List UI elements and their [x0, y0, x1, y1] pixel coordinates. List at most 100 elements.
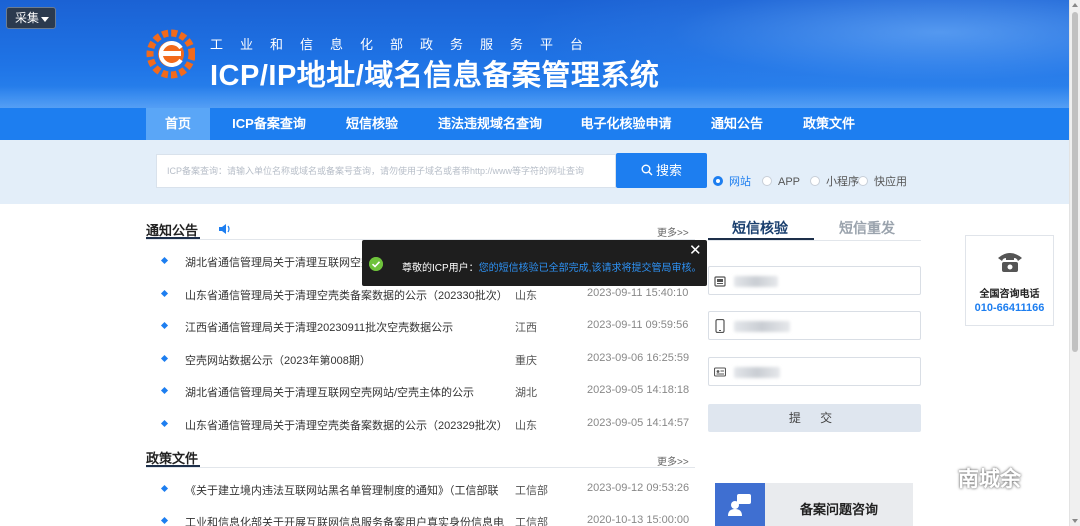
notice-title: 江西省通信管理局关于清理20230911批次空壳数据公示 [185, 322, 454, 334]
bullet-icon [160, 484, 169, 493]
notice-title: 湖北省通信管理局关于清理互联网空壳网站/空壳主体的公示 [185, 387, 475, 399]
policy-title: 工业和信息化部关于开展互联网信息服务备案用户真实身份信息电 [185, 517, 504, 526]
bullet-icon [160, 256, 169, 265]
policies-more-link[interactable]: 更多>> [657, 453, 689, 468]
tab-active-underline [708, 238, 814, 240]
policies-divider [146, 467, 695, 468]
watermark-text: 南城余 [958, 468, 1021, 491]
radio-label: 快应用 [874, 176, 907, 188]
list-item[interactable]: 《关于建立境内违法互联网站黑名单管理制度的通知》（工信部联 工信部 2023-09-… [160, 481, 695, 501]
list-item[interactable]: 山东省通信管理局关于清理空壳类备案数据的公示（202329批次） 山东 2023-0… [160, 416, 695, 436]
notice-title: 山东省通信管理局关于清理空壳类备案数据的公示（202330批次） [185, 290, 508, 302]
id-card-field[interactable] [708, 357, 921, 386]
radio-label: APP [778, 176, 801, 188]
hotline-card: 全国咨询电话 010-66411166 [965, 235, 1054, 326]
tab-sms-verify[interactable]: 短信核验 [708, 218, 812, 238]
blurred-value [734, 276, 778, 287]
radio-website[interactable]: 网站 [713, 176, 751, 188]
scroll-up-icon[interactable] [1072, 3, 1078, 7]
phone-field[interactable] [708, 266, 921, 295]
tab-divider [708, 240, 921, 241]
radio-dot-icon [713, 176, 723, 186]
notice-title: 山东省通信管理局关于清理空壳类备案数据的公示（202329批次） [185, 420, 508, 432]
hotline-label: 全国咨询电话 [979, 289, 1040, 300]
submit-button[interactable]: 提 交 [708, 404, 921, 432]
policy-source: 工信部 [515, 517, 548, 526]
id-card-icon [714, 367, 726, 377]
notice-title: 空壳网站数据公示（2023年第008期） [185, 355, 371, 367]
policy-date: 2023-09-12 09:53:26 [587, 482, 690, 494]
scrollbar-thumb[interactable] [1072, 12, 1078, 352]
close-icon[interactable]: ✕ [689, 241, 702, 259]
radio-dot-icon [762, 176, 772, 186]
consult-label: 备案问题咨询 [799, 502, 878, 517]
mobile-phone-icon [715, 319, 725, 333]
policy-source: 工信部 [515, 485, 548, 497]
toast-notification: 尊敬的ICP用户：您的短信核验已全部完成,该请求将提交管局审核。 ✕ [362, 240, 707, 286]
list-item[interactable]: 空壳网站数据公示（2023年第008期） 重庆 2023-09-06 16:25:5… [160, 351, 695, 371]
radio-miniprogram[interactable]: 小程序 [810, 176, 859, 188]
collect-dropdown-button[interactable]: 采集 [6, 7, 56, 29]
notice-date: 2023-09-05 14:14:57 [587, 417, 690, 429]
list-item[interactable]: 工业和信息化部关于开展互联网信息服务备案用户真实身份信息电 工信部 2020-10-… [160, 513, 695, 526]
bullet-icon [160, 386, 169, 395]
notice-province: 湖北 [515, 387, 537, 399]
search-button-label: 搜索 [655, 163, 682, 178]
list-item[interactable]: 湖北省通信管理局关于清理互联网空壳网站/空壳主体的公示 湖北 2023-09-05 … [160, 383, 695, 403]
wechat-icon [921, 467, 951, 489]
notices-more-link[interactable]: 更多>> [657, 224, 689, 239]
bullet-icon [160, 516, 169, 525]
policy-title: 《关于建立境内违法互联网站黑名单管理制度的通知》（工信部联 [185, 485, 499, 497]
nav-item-home[interactable]: 首页 [146, 108, 210, 140]
telephone-icon [714, 276, 726, 287]
success-check-icon [369, 257, 383, 271]
wechat-watermark: 南城余 [920, 463, 1021, 493]
radio-app[interactable]: APP [762, 176, 800, 188]
toast-prefix: 尊敬的ICP用户： [402, 263, 479, 274]
main-nav: 首页 ICP备案查询 短信核验 违法违规域名查询 电子化核验申请 通知公告 政策… [0, 108, 1080, 140]
miit-logo-icon [146, 29, 195, 79]
page-title: ICP/IP地址/域名信息备案管理系统 [210, 60, 660, 92]
nav-item-icp-query[interactable]: ICP备案查询 [222, 108, 316, 140]
notice-province: 江西 [515, 322, 537, 334]
tab-sms-resend[interactable]: 短信重发 [814, 218, 920, 238]
nav-item-notices[interactable]: 通知公告 [700, 108, 774, 140]
nav-item-e-verify[interactable]: 电子化核验申请 [570, 108, 682, 140]
list-item[interactable]: 江西省通信管理局关于清理20230911批次空壳数据公示 江西 2023-09-11… [160, 318, 695, 338]
notice-date: 2023-09-06 16:25:59 [587, 352, 690, 364]
nav-item-illegal-domain[interactable]: 违法违规域名查询 [428, 108, 552, 140]
bullet-icon [160, 289, 169, 298]
scroll-down-icon[interactable] [1072, 519, 1078, 523]
notice-date: 2023-09-11 15:40:10 [587, 287, 689, 299]
notice-province: 山东 [515, 420, 537, 432]
header-subtitle: 工业和信息化部政务服务平台 [210, 37, 601, 52]
vertical-scrollbar[interactable] [1069, 0, 1080, 526]
hotline-number: 010-66411166 [974, 302, 1045, 314]
bullet-icon [160, 321, 169, 330]
search-button[interactable]: 搜索 [616, 153, 707, 188]
notice-province: 重庆 [515, 355, 537, 367]
nav-item-policies[interactable]: 政策文件 [792, 108, 866, 140]
search-icon [641, 164, 653, 176]
search-input[interactable]: ICP备案查询：请输入单位名称或域名或备案号查询，请勿使用子域名或者带http:… [156, 154, 616, 188]
list-item[interactable]: 山东省通信管理局关于清理空壳类备案数据的公示（202330批次） 山东 2023-0… [160, 286, 695, 306]
toast-text: 您的短信核验已全部完成,该请求将提交管局审核。 [478, 263, 702, 274]
notice-date: 2023-09-05 14:18:18 [587, 384, 690, 396]
blurred-value [734, 367, 780, 378]
policy-date: 2020-10-13 15:00:00 [587, 514, 690, 526]
speaker-icon [219, 224, 230, 234]
radio-dot-icon [810, 176, 820, 186]
search-area: ICP备案查询：请输入单位名称或域名或备案号查询，请勿使用子域名或者带http:… [0, 140, 1080, 204]
mobile-field[interactable] [708, 311, 921, 340]
caret-down-icon [41, 17, 49, 22]
telephone-icon [998, 253, 1022, 272]
nav-item-sms-verify[interactable]: 短信核验 [334, 108, 410, 140]
radio-quickapp[interactable]: 快应用 [858, 176, 907, 188]
toast-message: 尊敬的ICP用户：您的短信核验已全部完成,该请求将提交管局审核。 [402, 259, 701, 274]
notice-province: 山东 [515, 290, 537, 302]
consult-card[interactable]: 备案问题咨询 [715, 483, 913, 526]
consult-chat-icon [728, 494, 751, 516]
notice-date: 2023-09-11 09:59:56 [587, 319, 689, 331]
notice-title: 湖北省通信管理局关于清理互联网空完网 [185, 257, 383, 269]
collect-label: 采集 [15, 11, 40, 25]
